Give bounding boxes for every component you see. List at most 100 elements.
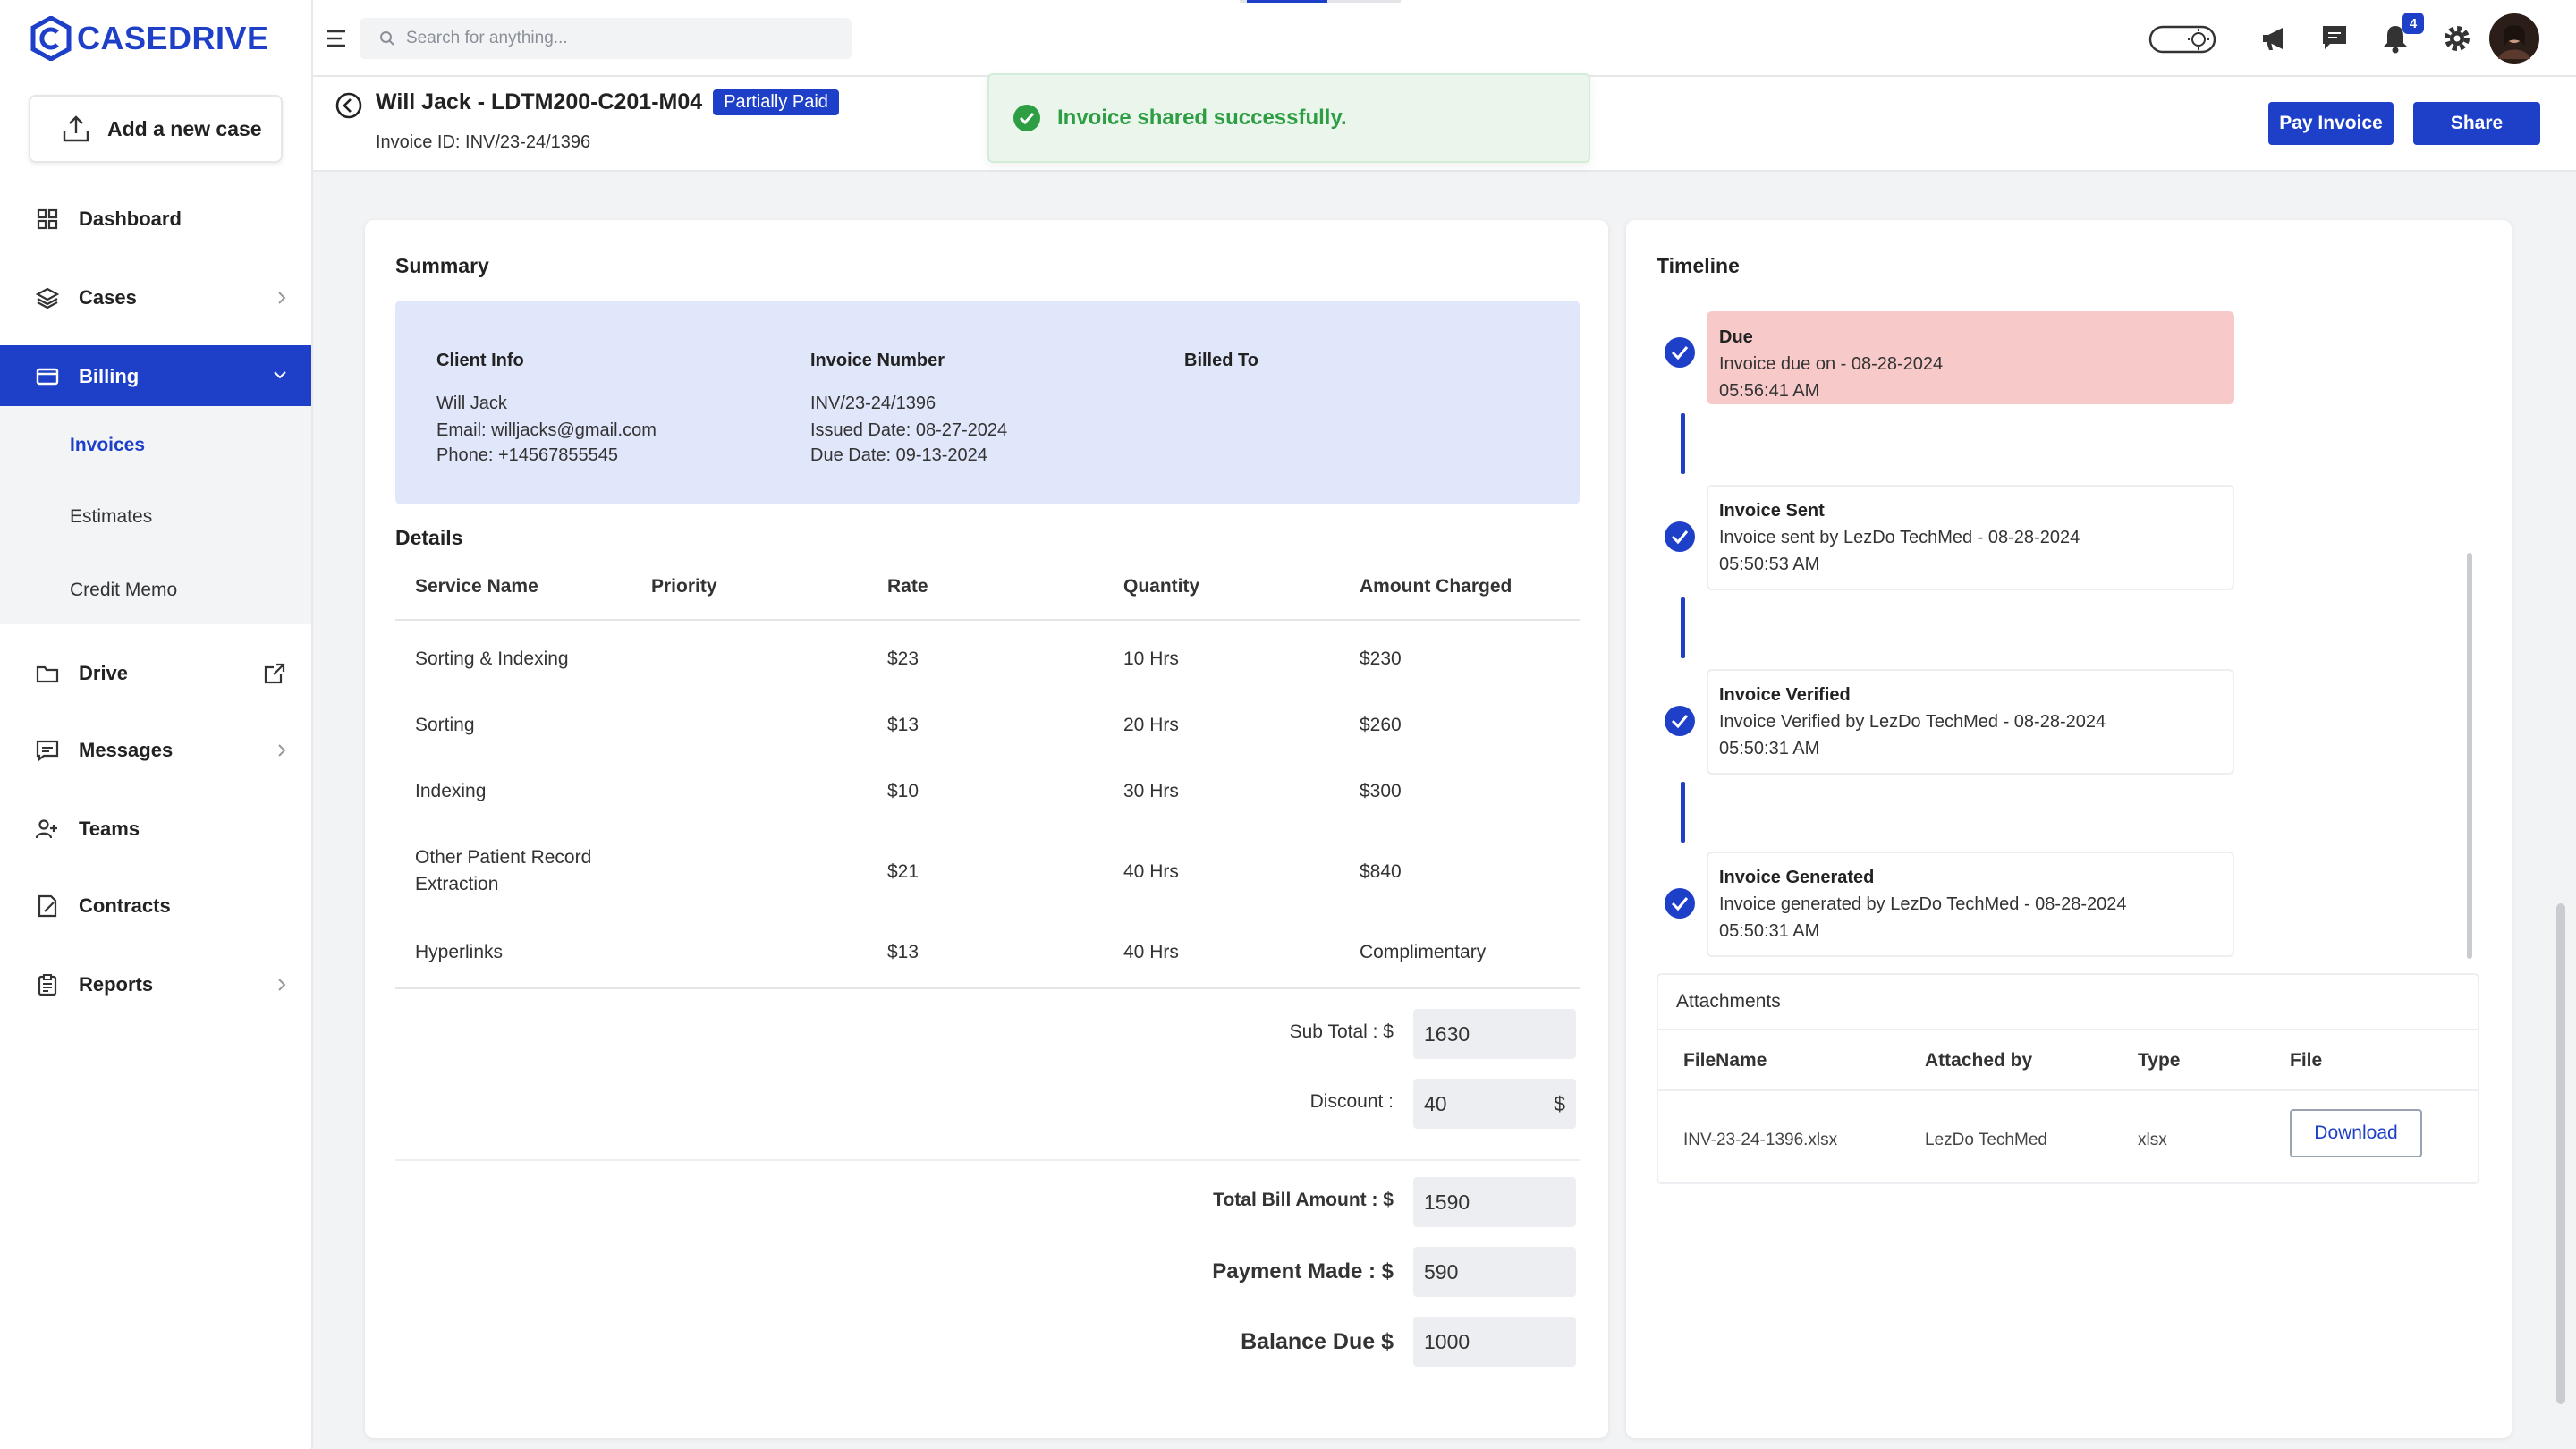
timeline-connector [1681, 413, 1685, 474]
bell-icon[interactable]: 4 [2381, 13, 2424, 54]
top-tab-indicator-active [1247, 0, 1327, 3]
check-circle-icon [1664, 887, 1696, 919]
amount-charged: Complimentary [1360, 942, 1487, 962]
submenu-item-invoices[interactable]: Invoices [70, 435, 145, 456]
column-header: File [2290, 1050, 2323, 1071]
rate: $21 [887, 861, 919, 882]
invoice-title-row: Will Jack - LDTM200-C201-M04 Partially P… [376, 89, 839, 115]
notification-count-badge: 4 [2402, 13, 2424, 34]
details-table-header: Service Name Priority Rate Quantity Amou… [395, 553, 1580, 621]
add-new-case-button[interactable]: Add a new case [29, 95, 283, 163]
submenu-item-estimates[interactable]: Estimates [70, 506, 152, 528]
sidebar: CASEDRIVE Add a new case Dashboard Cases… [0, 0, 313, 1449]
external-link-icon[interactable] [263, 662, 286, 685]
theme-toggle[interactable] [2148, 23, 2216, 55]
sidebar-item-reports[interactable]: Reports [0, 953, 311, 1016]
quantity: 30 Hrs [1123, 781, 1179, 801]
rate: $13 [887, 942, 919, 962]
search-icon [379, 30, 395, 47]
layers-icon [36, 286, 59, 309]
summary-card: Summary Client Info Will Jack Email: wil… [365, 220, 1608, 1438]
timeline-item-title: Invoice Verified [1719, 685, 1851, 705]
invoice-number-heading: Invoice Number [810, 351, 945, 370]
payment-made-label: Payment Made : $ [1212, 1259, 1394, 1284]
service-name: Other Patient Record [415, 847, 592, 868]
client-name: Will Jack [436, 394, 507, 413]
chat-icon[interactable] [2320, 23, 2349, 52]
billing-icon [36, 365, 59, 388]
discount-unit: $ [1554, 1091, 1565, 1115]
search-placeholder: Search for anything... [406, 29, 568, 47]
back-arrow-icon[interactable] [335, 91, 363, 120]
sidebar-item-contracts[interactable]: Contracts [0, 875, 311, 937]
sidebar-item-messages[interactable]: Messages [0, 719, 311, 782]
sidebar-item-billing[interactable]: Billing [0, 345, 311, 408]
timeline-item-text: Invoice sent by LezDo TechMed - 08-28-20… [1719, 528, 2080, 547]
sidebar-item-cases[interactable]: Cases [0, 267, 311, 329]
app-logo[interactable]: CASEDRIVE [30, 13, 269, 64]
timeline-connector [1681, 782, 1685, 843]
search-box[interactable]: Search for anything... [360, 18, 852, 59]
toast-message: Invoice shared successfully. [1057, 106, 1347, 130]
dashboard-icon [36, 208, 59, 231]
menu-icon[interactable] [326, 25, 349, 52]
pay-invoice-button[interactable]: Pay Invoice [2268, 102, 2394, 145]
attachments-heading: Attachments [1676, 991, 1781, 1012]
top-bar: Search for anything... 4 [313, 0, 2576, 77]
timeline-heading: Timeline [1657, 254, 1740, 277]
logo-text: CASEDRIVE [77, 20, 269, 56]
attachment-attached-by: LezDo TechMed [1925, 1131, 2047, 1149]
chevron-down-icon [272, 369, 288, 381]
chevron-right-icon [275, 742, 288, 758]
sidebar-item-dashboard[interactable]: Dashboard [0, 188, 311, 250]
totals-divider [395, 1159, 1580, 1161]
discount-label: Discount : [1309, 1091, 1394, 1112]
upload-icon [61, 114, 91, 144]
sidebar-item-label: Billing [79, 365, 140, 387]
client-info-heading: Client Info [436, 351, 524, 370]
service-name: Hyperlinks [415, 942, 504, 962]
attachments-table-header: FileName Attached by Type File [1658, 1029, 2478, 1091]
page-scrollbar[interactable] [2556, 903, 2565, 1404]
details-heading: Details [395, 526, 463, 549]
sidebar-item-teams[interactable]: Teams [0, 798, 311, 860]
timeline-item-title: Due [1719, 327, 1753, 347]
user-avatar[interactable] [2488, 13, 2540, 64]
megaphone-icon[interactable] [2259, 23, 2290, 54]
timeline-connector [1681, 597, 1685, 658]
column-header: Attached by [1925, 1050, 2033, 1071]
sidebar-item-drive[interactable]: Drive [0, 642, 311, 705]
timeline-card: Timeline Due Invoice due on - 08-28-2024… [1626, 220, 2512, 1438]
check-circle-icon [1664, 521, 1696, 553]
service-name: Sorting & Indexing [415, 648, 569, 669]
timeline-item-verified: Invoice Verified Invoice Verified by Lez… [1707, 669, 2234, 775]
timeline-scrollbar[interactable] [2467, 553, 2472, 959]
timeline-item-generated: Invoice Generated Invoice generated by L… [1707, 852, 2234, 957]
timeline-item-due: Due Invoice due on - 08-28-2024 05:56:41… [1707, 311, 2234, 404]
payment-made-field: 590 [1413, 1247, 1576, 1297]
timeline-item-sent: Invoice Sent Invoice sent by LezDo TechM… [1707, 485, 2234, 590]
discount-field[interactable]: 40 $ [1413, 1079, 1576, 1129]
amount-charged: $840 [1360, 861, 1402, 882]
amount-charged: $230 [1360, 648, 1402, 669]
timeline-item-text: Invoice Verified by LezDo TechMed - 08-2… [1719, 712, 2106, 732]
success-toast: Invoice shared successfully. [987, 73, 1590, 163]
discount-value: 40 [1424, 1091, 1447, 1115]
folder-icon [36, 662, 59, 685]
share-button[interactable]: Share [2413, 102, 2540, 145]
column-header: Type [2138, 1050, 2181, 1071]
check-circle-icon [1664, 336, 1696, 369]
service-name: Indexing [415, 781, 487, 801]
sidebar-item-label: Dashboard [79, 208, 182, 230]
column-header: Amount Charged [1360, 576, 1513, 597]
submenu-item-credit-memo[interactable]: Credit Memo [70, 580, 177, 601]
billing-submenu: Invoices Estimates Credit Memo [0, 406, 311, 624]
issued-date: Issued Date: 08-27-2024 [810, 420, 1008, 440]
download-button[interactable]: Download [2290, 1109, 2422, 1157]
gear-icon[interactable] [2442, 23, 2472, 54]
column-header: Service Name [415, 576, 538, 597]
column-header: FileName [1683, 1050, 1767, 1071]
sidebar-item-label: Reports [79, 973, 154, 996]
total-bill-field: 1590 [1413, 1177, 1576, 1227]
timeline-item-text: Invoice due on - 08-28-2024 [1719, 354, 1944, 374]
